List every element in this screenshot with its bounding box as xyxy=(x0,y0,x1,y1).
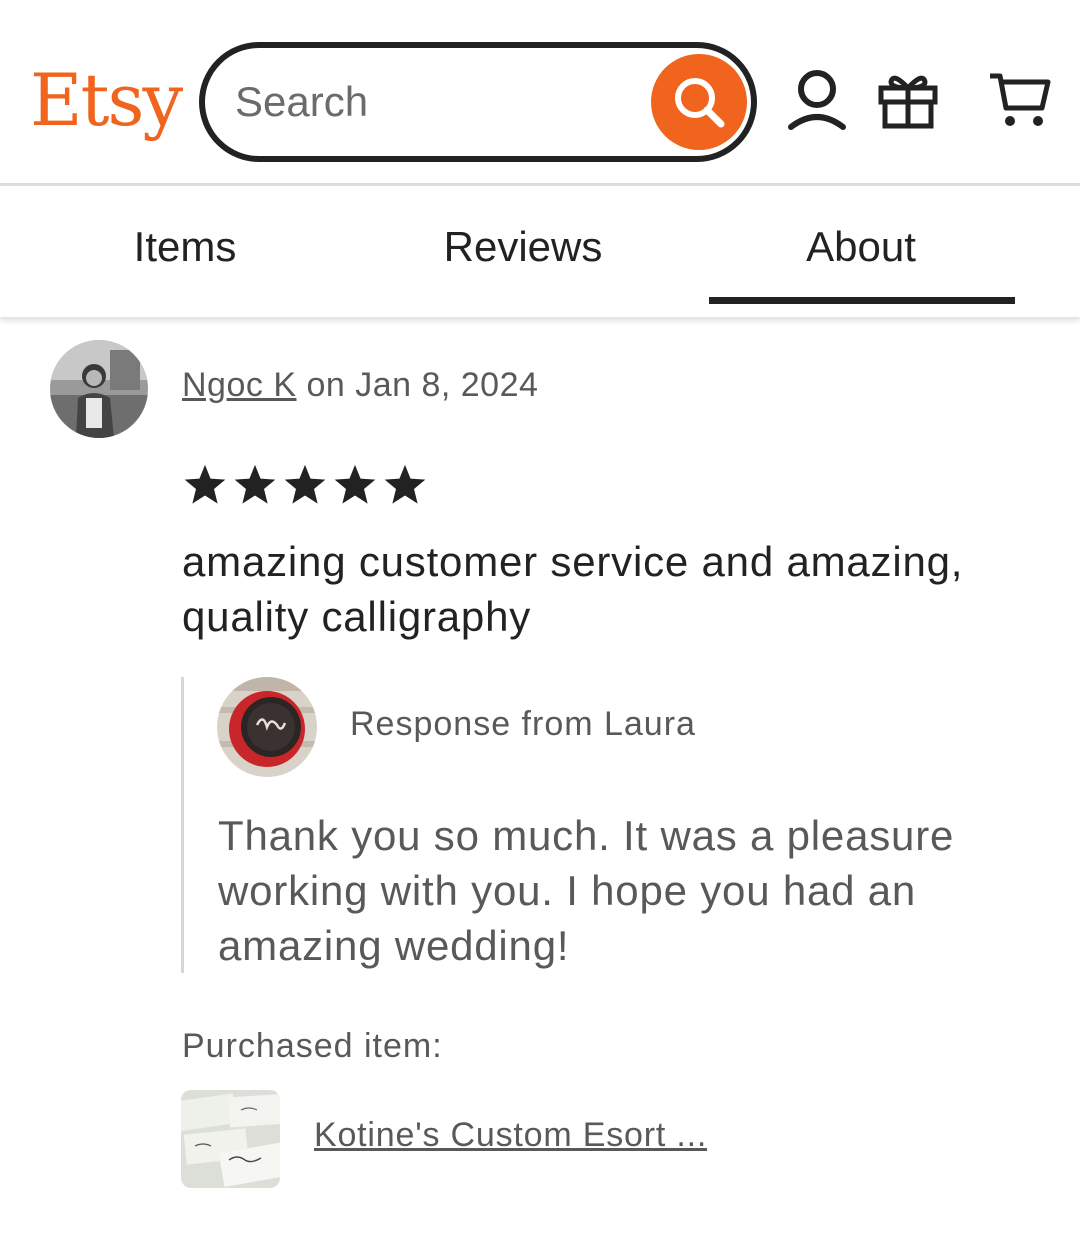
gift-button[interactable] xyxy=(873,64,943,134)
review-date: on Jan 8, 2024 xyxy=(296,366,539,404)
purchased-item-link[interactable]: Kotine's Custom Esort ... xyxy=(314,1116,744,1155)
account-icon xyxy=(788,70,846,130)
cart-icon xyxy=(990,73,1051,126)
search-input[interactable] xyxy=(235,66,635,138)
search-button[interactable] xyxy=(651,54,747,150)
star-icon xyxy=(334,464,376,504)
purchased-item-label: Purchased item: xyxy=(182,1027,443,1065)
account-button[interactable] xyxy=(782,64,852,134)
tab-items[interactable]: Items xyxy=(33,189,337,305)
cart-button[interactable] xyxy=(984,64,1054,134)
search-icon xyxy=(675,78,725,128)
star-icon xyxy=(284,464,326,504)
response-label: Response from Laura xyxy=(350,705,696,743)
star-rating xyxy=(182,462,428,514)
response-divider xyxy=(181,677,184,973)
shop-tabs: Items Reviews About xyxy=(0,189,1080,317)
purchased-item-thumbnail[interactable] xyxy=(181,1090,280,1188)
etsy-logo[interactable]: Etsy xyxy=(30,55,183,145)
top-header: Etsy xyxy=(0,0,1080,186)
reviewer-name-link[interactable]: Ngoc K xyxy=(182,366,297,404)
shop-owner-avatar xyxy=(217,677,317,777)
search-bar[interactable] xyxy=(199,42,757,162)
star-icon xyxy=(384,464,426,504)
star-icon xyxy=(234,464,276,504)
tab-reviews[interactable]: Reviews xyxy=(371,189,675,305)
reviewer-avatar[interactable] xyxy=(50,340,148,438)
star-icon xyxy=(184,464,226,504)
tab-about[interactable]: About xyxy=(709,189,1013,305)
review-meta: Ngoc K on Jan 8, 2024 xyxy=(182,366,538,405)
review-text: amazing customer service and amazing, qu… xyxy=(182,538,964,640)
active-tab-indicator xyxy=(709,297,1015,304)
gift-icon xyxy=(878,75,938,129)
response-text: Thank you so much. It was a pleasure wor… xyxy=(218,812,955,969)
